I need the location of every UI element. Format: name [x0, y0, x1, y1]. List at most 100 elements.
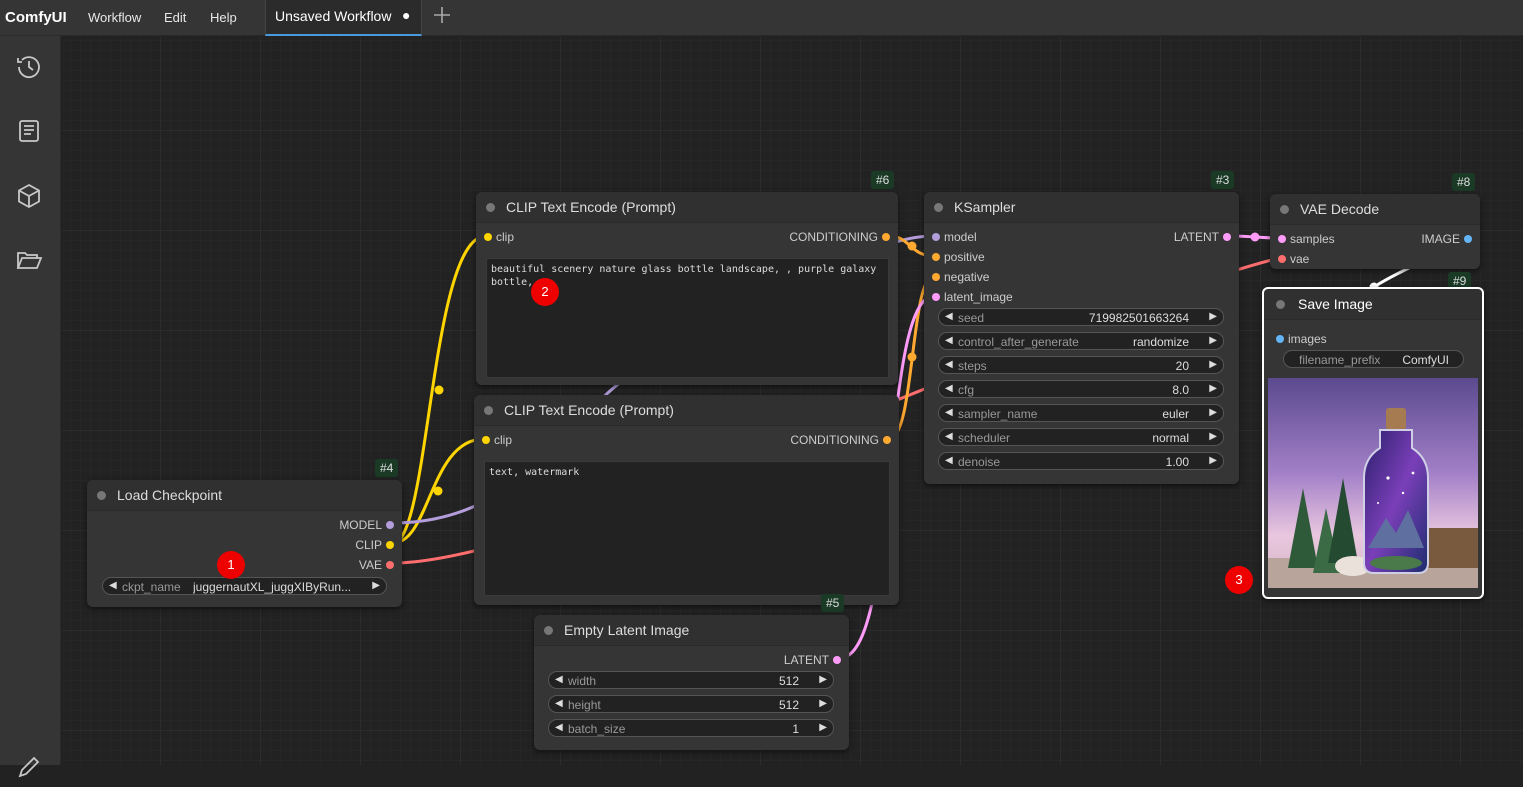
increment-arrow-icon[interactable]: ▶	[1209, 359, 1217, 370]
output-conditioning[interactable]: CONDITIONING	[728, 230, 890, 244]
input-clip[interactable]: clip	[482, 433, 512, 447]
increment-arrow-icon[interactable]: ▶	[819, 698, 827, 709]
menu-edit[interactable]: Edit	[164, 10, 186, 25]
node-title-bar[interactable]: Load Checkpoint	[87, 480, 402, 511]
generated-image-preview[interactable]	[1268, 378, 1478, 588]
widget-scheduler[interactable]: ◀ scheduler normal ▶	[938, 428, 1224, 446]
prompt-textarea[interactable]: beautiful scenery nature glass bottle la…	[486, 258, 889, 378]
decrement-arrow-icon[interactable]: ◀	[945, 407, 953, 418]
widget-control-after-generate[interactable]: ◀ control_after_generate randomize ▶	[938, 332, 1224, 350]
input-positive[interactable]: positive	[932, 250, 985, 264]
output-image[interactable]: IMAGE	[1380, 232, 1472, 246]
widget-sampler-name[interactable]: ◀ sampler_name euler ▶	[938, 404, 1224, 422]
collapse-dot-icon[interactable]	[934, 203, 943, 212]
folder-open-icon[interactable]	[14, 245, 44, 275]
decrement-arrow-icon[interactable]: ◀	[555, 698, 563, 709]
node-save-image[interactable]: Save Image images filename_prefix ComfyU…	[1262, 287, 1484, 599]
increment-arrow-icon[interactable]: ▶	[819, 722, 827, 733]
output-model-socket[interactable]	[386, 521, 394, 529]
widget-cfg[interactable]: ◀ cfg 8.0 ▶	[938, 380, 1224, 398]
decrement-arrow-icon[interactable]: ◀	[945, 431, 953, 442]
widget-filename-prefix[interactable]: filename_prefix ComfyUI	[1283, 350, 1464, 368]
increment-arrow-icon[interactable]: ▶	[819, 674, 827, 685]
widget-ckpt-name[interactable]: ◀ ckpt_name juggernautXL_juggXIByRun... …	[102, 577, 387, 595]
input-clip-socket[interactable]	[484, 233, 492, 241]
input-latent-image[interactable]: latent_image	[932, 290, 1013, 304]
decrement-arrow-icon[interactable]: ◀	[945, 455, 953, 466]
input-samples-socket[interactable]	[1278, 235, 1286, 243]
input-images[interactable]: images	[1276, 332, 1327, 346]
output-latent[interactable]: LATENT	[1119, 230, 1231, 244]
input-clip-socket[interactable]	[482, 436, 490, 444]
increment-arrow-icon[interactable]: ▶	[1209, 407, 1217, 418]
node-empty-latent-image[interactable]: Empty Latent Image LATENT ◀ width 512 ▶ …	[534, 615, 849, 750]
output-latent-socket[interactable]	[1223, 233, 1231, 241]
output-latent-socket[interactable]	[833, 656, 841, 664]
node-title-bar[interactable]: CLIP Text Encode (Prompt)	[476, 192, 898, 223]
input-samples[interactable]: samples	[1278, 232, 1335, 246]
output-clip[interactable]: CLIP	[282, 538, 394, 552]
input-clip[interactable]: clip	[484, 230, 514, 244]
increment-arrow-icon[interactable]: ▶	[1209, 431, 1217, 442]
input-latent-image-socket[interactable]	[932, 293, 940, 301]
decrement-arrow-icon[interactable]: ◀	[945, 359, 953, 370]
node-title-bar[interactable]: Empty Latent Image	[534, 615, 849, 646]
output-conditioning-socket[interactable]	[883, 436, 891, 444]
collapse-dot-icon[interactable]	[97, 491, 106, 500]
decrement-arrow-icon[interactable]: ◀	[945, 383, 953, 394]
increment-arrow-icon[interactable]: ▶	[1209, 335, 1217, 346]
output-vae-socket[interactable]	[386, 561, 394, 569]
increment-arrow-icon[interactable]: ▶	[372, 580, 380, 591]
widget-steps[interactable]: ◀ steps 20 ▶	[938, 356, 1224, 374]
collapse-dot-icon[interactable]	[486, 203, 495, 212]
widget-width[interactable]: ◀ width 512 ▶	[548, 671, 834, 689]
output-clip-socket[interactable]	[386, 541, 394, 549]
decrement-arrow-icon[interactable]: ◀	[945, 311, 953, 322]
input-vae-socket[interactable]	[1278, 255, 1286, 263]
output-image-socket[interactable]	[1464, 235, 1472, 243]
decrement-arrow-icon[interactable]: ◀	[555, 722, 563, 733]
widget-denoise[interactable]: ◀ denoise 1.00 ▶	[938, 452, 1224, 470]
menu-workflow[interactable]: Workflow	[88, 10, 141, 25]
collapse-dot-icon[interactable]	[1276, 300, 1285, 309]
decrement-arrow-icon[interactable]: ◀	[109, 580, 117, 591]
prompt-textarea[interactable]: text, watermark	[484, 461, 890, 596]
output-model[interactable]: MODEL	[282, 518, 394, 532]
widget-height[interactable]: ◀ height 512 ▶	[548, 695, 834, 713]
node-load-checkpoint[interactable]: Load Checkpoint MODEL CLIP VAE ◀ ckpt_na…	[87, 480, 402, 607]
book-icon[interactable]	[14, 116, 44, 146]
widget-seed[interactable]: ◀ seed 719982501663264 ▶	[938, 308, 1224, 326]
input-model[interactable]: model	[932, 230, 977, 244]
output-vae[interactable]: VAE	[282, 558, 394, 572]
collapse-dot-icon[interactable]	[484, 406, 493, 415]
output-conditioning[interactable]: CONDITIONING	[729, 433, 891, 447]
history-icon[interactable]	[14, 52, 44, 82]
increment-arrow-icon[interactable]: ▶	[1209, 311, 1217, 322]
increment-arrow-icon[interactable]: ▶	[1209, 455, 1217, 466]
pen-icon[interactable]	[14, 752, 44, 782]
node-clip-text-encode-negative[interactable]: CLIP Text Encode (Prompt) clip CONDITION…	[474, 395, 899, 605]
input-images-socket[interactable]	[1276, 335, 1284, 343]
cube-icon[interactable]	[14, 181, 44, 211]
output-conditioning-socket[interactable]	[882, 233, 890, 241]
input-negative-socket[interactable]	[932, 273, 940, 281]
decrement-arrow-icon[interactable]: ◀	[945, 335, 953, 346]
input-vae[interactable]: vae	[1278, 252, 1309, 266]
node-ksampler[interactable]: KSampler model positive negative latent_…	[924, 192, 1239, 484]
increment-arrow-icon[interactable]: ▶	[1209, 383, 1217, 394]
node-title-bar[interactable]: Save Image	[1264, 289, 1482, 320]
tab-unsaved-workflow[interactable]: Unsaved Workflow ●	[265, 0, 422, 36]
unsaved-indicator[interactable]: ●	[402, 7, 410, 23]
collapse-dot-icon[interactable]	[544, 626, 553, 635]
decrement-arrow-icon[interactable]: ◀	[555, 674, 563, 685]
node-title-bar[interactable]: VAE Decode	[1270, 194, 1480, 225]
input-positive-socket[interactable]	[932, 253, 940, 261]
node-title-bar[interactable]: CLIP Text Encode (Prompt)	[474, 395, 899, 426]
add-tab-icon[interactable]	[432, 4, 452, 32]
widget-batch-size[interactable]: ◀ batch_size 1 ▶	[548, 719, 834, 737]
menu-help[interactable]: Help	[210, 10, 237, 25]
input-negative[interactable]: negative	[932, 270, 989, 284]
input-model-socket[interactable]	[932, 233, 940, 241]
output-latent[interactable]: LATENT	[729, 653, 841, 667]
node-vae-decode[interactable]: VAE Decode samples vae IMAGE	[1270, 194, 1480, 269]
